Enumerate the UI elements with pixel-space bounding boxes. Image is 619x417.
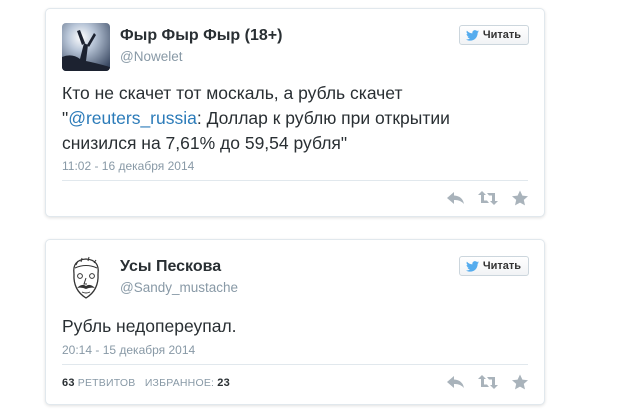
mention-link[interactable]: @reuters_russia: [68, 108, 197, 128]
user-name[interactable]: Фыр Фыр Фыр (18+): [120, 27, 282, 45]
user-name[interactable]: Усы Пескова: [120, 258, 221, 276]
follow-button[interactable]: Читать: [458, 25, 529, 45]
tweet-actions: [446, 374, 530, 390]
avatar[interactable]: [62, 254, 110, 302]
reply-icon[interactable]: [446, 374, 466, 390]
reply-icon[interactable]: [446, 190, 466, 206]
tweet-card: Фыр Фыр Фыр (18+) @Nowelet Читать Кто не…: [45, 8, 545, 217]
tweet-stats: 63 РЕТВИТОВ ИЗБРАННОЕ: 23: [62, 377, 230, 389]
divider: [62, 180, 528, 181]
retweets-label[interactable]: РЕТВИТОВ: [78, 377, 136, 389]
user-handle[interactable]: @Sandy_mustache: [120, 280, 238, 295]
star-icon[interactable]: [510, 374, 530, 390]
tweet-actions: [446, 190, 530, 206]
avatar[interactable]: [62, 23, 110, 71]
favorites-count[interactable]: 23: [217, 377, 230, 389]
tweet-card: Усы Пескова @Sandy_mustache Читать Рубль…: [45, 239, 545, 405]
retweet-icon[interactable]: [478, 374, 498, 390]
retweets-count[interactable]: 63: [62, 377, 75, 389]
star-icon[interactable]: [510, 190, 530, 206]
tweet-text: Кто не скачет тот москаль, а рубль скаче…: [62, 81, 524, 156]
user-handle[interactable]: @Nowelet: [120, 49, 182, 64]
divider: [62, 364, 528, 365]
follow-label: Читать: [482, 29, 521, 41]
follow-button[interactable]: Читать: [458, 256, 529, 276]
favorites-label[interactable]: ИЗБРАННОЕ:: [145, 377, 214, 389]
follow-label: Читать: [482, 260, 521, 272]
tweet-date[interactable]: 20:14 - 15 декабря 2014: [62, 343, 195, 357]
twitter-bird-icon: [465, 29, 479, 41]
retweet-icon[interactable]: [478, 190, 498, 206]
tweet-text: Рубль недопереупал.: [62, 316, 237, 336]
twitter-bird-icon: [465, 260, 479, 272]
tweet-date[interactable]: 11:02 - 16 декабря 2014: [62, 159, 194, 173]
